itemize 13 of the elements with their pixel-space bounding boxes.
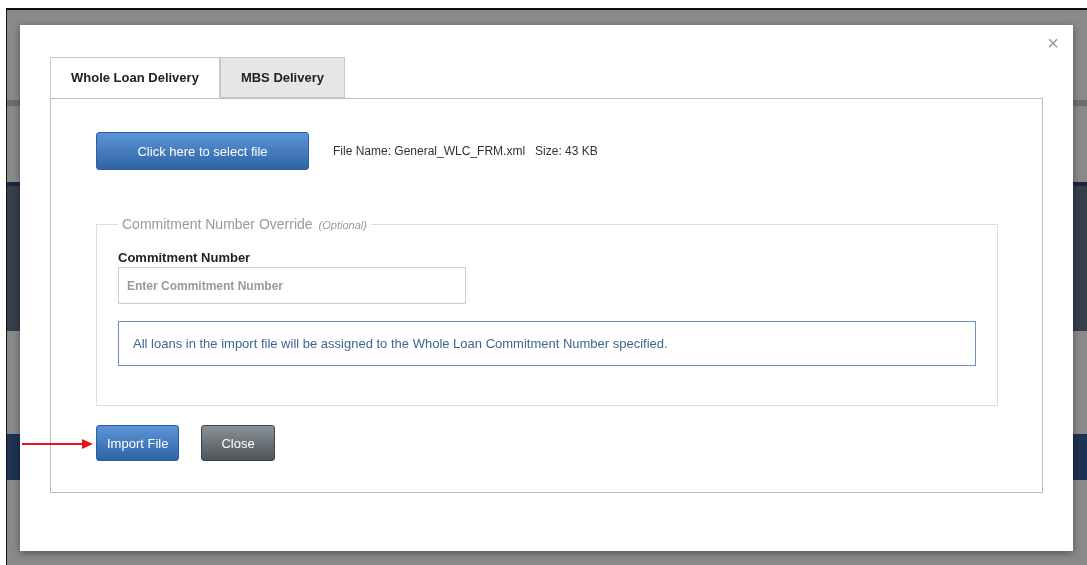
- group-legend: Commitment Number Override: [122, 216, 313, 232]
- close-button[interactable]: Close: [201, 425, 275, 461]
- field-label: Commitment Number: [118, 250, 252, 265]
- file-name-text: File Name: General_WLC_FRM.xml: [333, 144, 526, 158]
- commitment-number-field[interactable]: Enter Commitment Number: [118, 267, 466, 304]
- tab[interactable]: Whole Loan Delivery: [50, 57, 220, 98]
- info-message: All loans in the import file will be assigned to the Whole Loan Commitment Number specified.: [118, 321, 976, 366]
- file-size-text: Size: 43 KB: [535, 144, 598, 158]
- select-file-button[interactable]: Click here to select file: [96, 132, 309, 170]
- import-file-button[interactable]: Import File: [96, 425, 180, 461]
- arrow-icon: [22, 439, 93, 449]
- optional-note: (Optional): [318, 219, 367, 231]
- tab[interactable]: MBS Delivery: [219, 57, 345, 98]
